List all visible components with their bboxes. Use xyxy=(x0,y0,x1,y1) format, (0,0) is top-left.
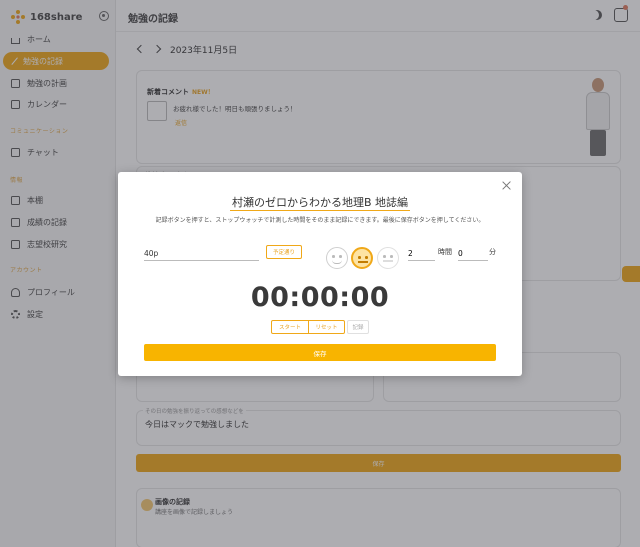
start-button[interactable]: スタート xyxy=(271,320,309,334)
minutes-input[interactable] xyxy=(458,247,488,261)
page-progress-input[interactable] xyxy=(144,247,259,261)
mood-neutral-icon[interactable] xyxy=(326,247,348,269)
mood-flat-icon[interactable] xyxy=(377,247,399,269)
modal-title-text: 村瀬のゼロからわかる地理B 地誌編 xyxy=(229,196,411,211)
reset-button[interactable]: リセット xyxy=(309,320,345,334)
stopwatch-display: 00:00:00 xyxy=(250,282,390,313)
modal-description: 記録ボタンを押すと、ストップウォッチで計測した時間をそのまま記録にできます。最後… xyxy=(155,217,485,224)
record-button[interactable]: 記録 xyxy=(347,320,369,334)
stopwatch-modal: 村瀬のゼロからわかる地理B 地誌編 記録ボタンを押すと、ストップウォッチで計測し… xyxy=(118,172,522,376)
hours-unit: 時間 xyxy=(438,248,452,256)
minutes-unit: 分 xyxy=(489,248,496,256)
close-icon[interactable] xyxy=(501,180,513,192)
as-planned-button[interactable]: 予定通り xyxy=(266,245,302,259)
stopwatch-controls: スタート リセット 記録 xyxy=(271,320,369,334)
save-button[interactable]: 保存 xyxy=(144,344,496,361)
modal-title: 村瀬のゼロからわかる地理B 地誌編 xyxy=(118,194,522,211)
mood-sad-icon[interactable] xyxy=(351,247,373,269)
hours-input[interactable] xyxy=(408,247,435,261)
